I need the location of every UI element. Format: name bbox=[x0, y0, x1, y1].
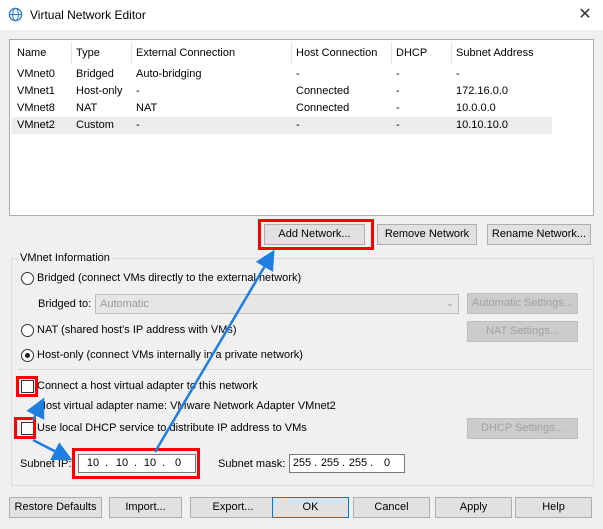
arrow-to-subnet-ip bbox=[32, 438, 73, 461]
arrow-to-add-network bbox=[153, 249, 275, 453]
annotation-arrows bbox=[26, 249, 275, 461]
arrow-to-connect-adapter bbox=[26, 397, 45, 421]
